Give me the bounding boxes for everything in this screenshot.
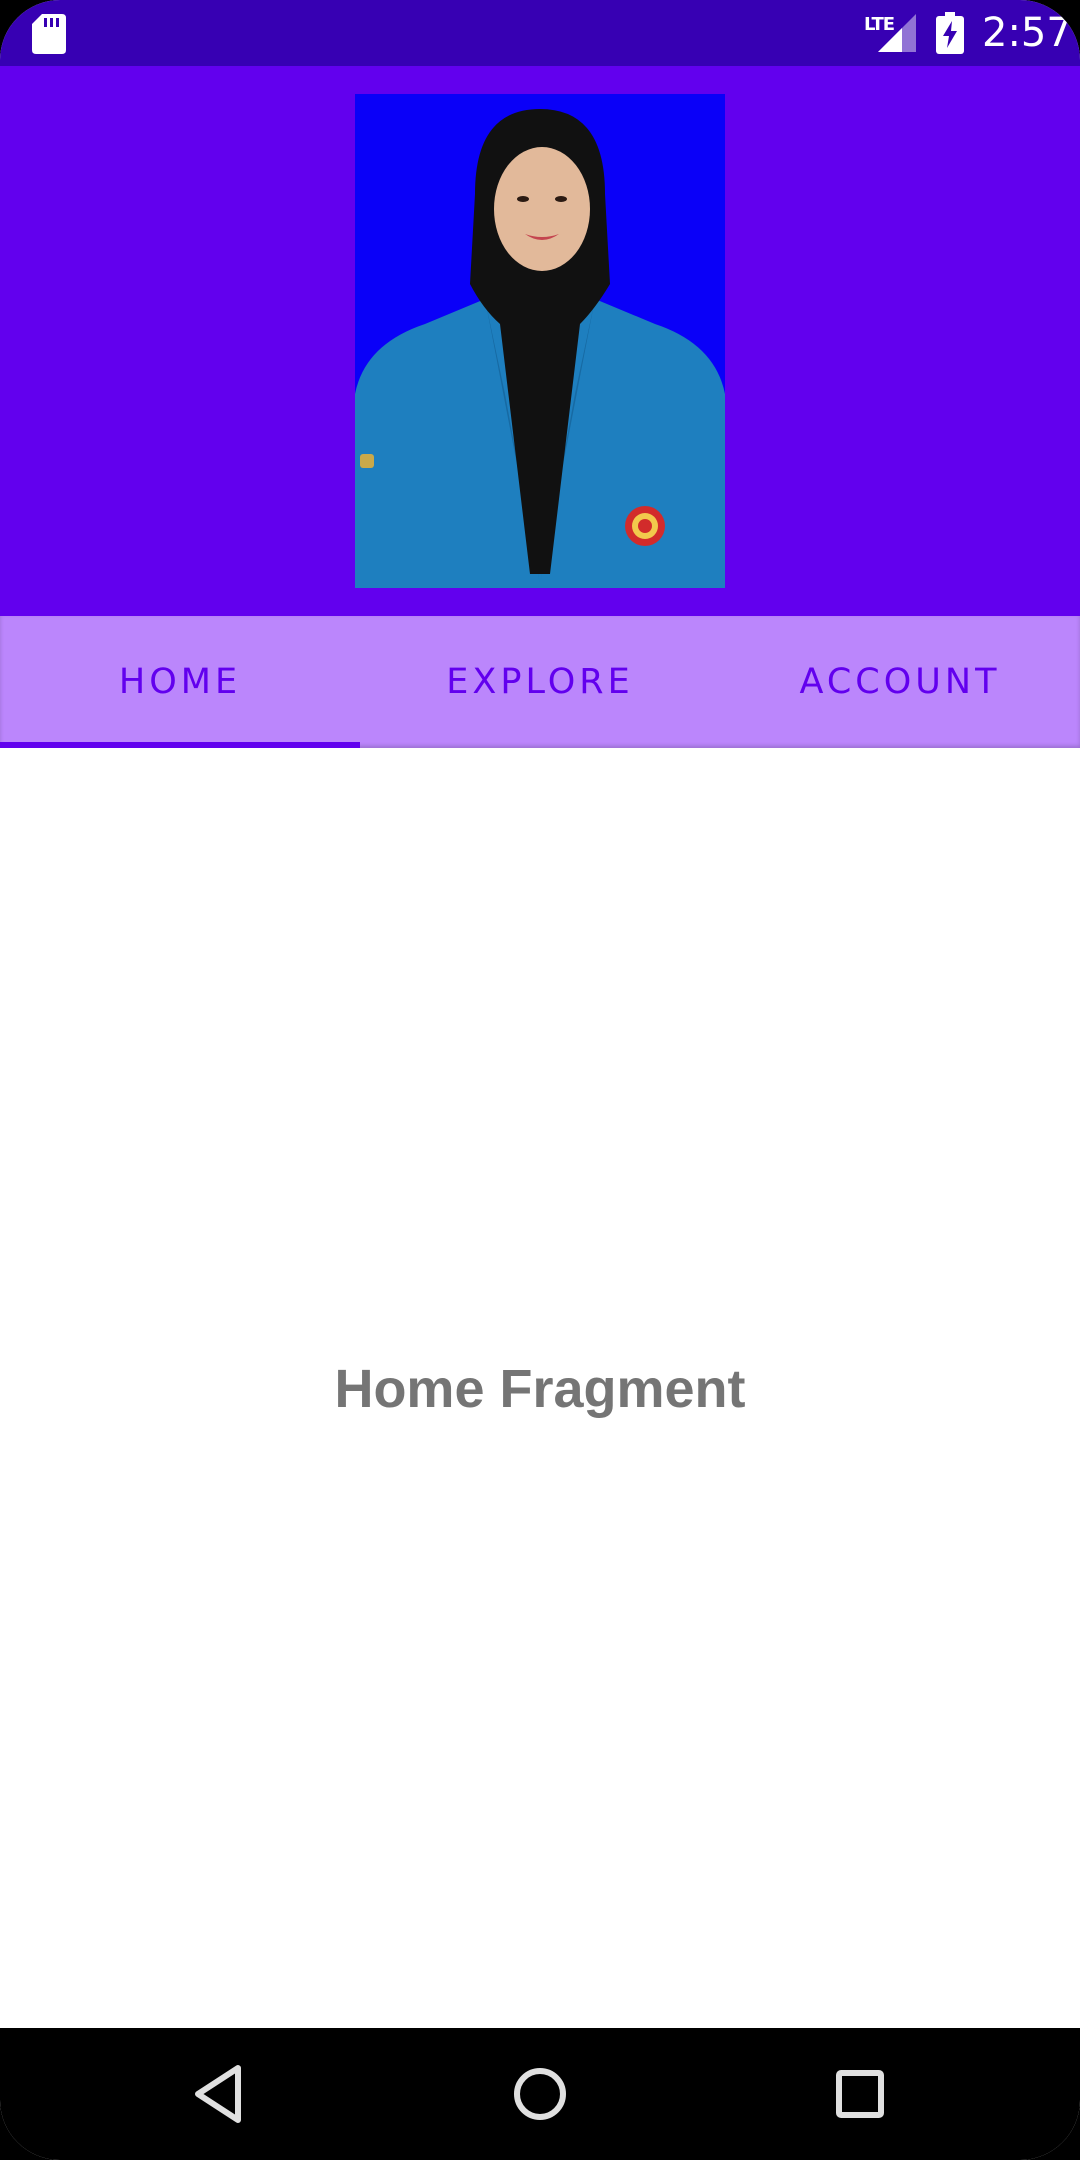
clock: 2:57 xyxy=(982,10,1072,56)
sd-card-icon xyxy=(32,14,66,54)
tab-home[interactable]: HOME xyxy=(0,616,360,748)
status-bar: LTE 2:57 xyxy=(0,0,1080,66)
tab-account[interactable]: ACCOUNT xyxy=(720,616,1080,748)
lte-signal-icon xyxy=(878,14,916,52)
fragment-container: Home Fragment xyxy=(0,748,1080,2028)
fragment-title: Home Fragment xyxy=(334,1359,746,1419)
tab-bar: HOME EXPLORE ACCOUNT xyxy=(0,616,1080,748)
back-icon[interactable] xyxy=(184,2058,256,2130)
tab-explore[interactable]: EXPLORE xyxy=(360,616,720,748)
profile-photo xyxy=(355,94,725,588)
profile-header xyxy=(0,66,1080,616)
person-illustration xyxy=(355,94,725,588)
app-screen: LTE 2:57 HOME EXPLORE ACCOUNT Home Fragm… xyxy=(0,0,1080,2160)
recents-icon[interactable] xyxy=(824,2058,896,2130)
home-icon[interactable] xyxy=(504,2058,576,2130)
navigation-bar xyxy=(0,2028,1080,2160)
battery-charging-icon xyxy=(936,12,964,54)
